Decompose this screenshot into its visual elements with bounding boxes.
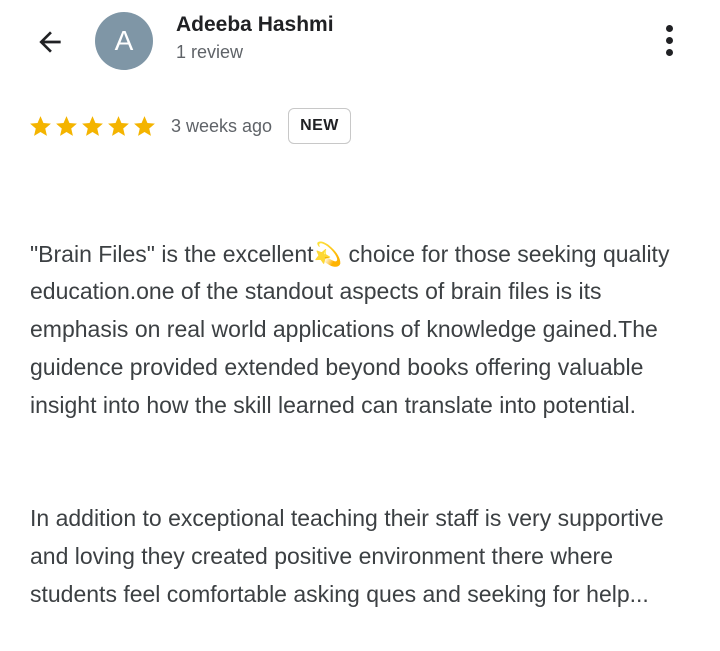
arrow-back-icon xyxy=(39,31,61,53)
review-paragraph: In addition to exceptional teaching thei… xyxy=(30,505,671,607)
review-text: "Brain Files" is the excellent💫 choice f… xyxy=(30,160,700,651)
star-icon xyxy=(134,115,155,136)
more-vertical-icon xyxy=(665,24,673,32)
new-badge: NEW xyxy=(288,108,351,144)
rating-row: 3 weeks ago NEW xyxy=(28,106,351,146)
review-header: A Adeeba Hashmi 1 review xyxy=(0,0,720,90)
review-paragraph: "Brain Files" is the excellent💫 choice f… xyxy=(30,240,676,418)
reviewer-review-count: 1 review xyxy=(176,42,244,62)
reviewer-name[interactable]: Adeeba Hashmi xyxy=(176,13,334,37)
star-rating xyxy=(28,114,157,139)
star-icon xyxy=(82,115,103,136)
star-icon xyxy=(108,115,129,136)
more-vertical-icon-dot xyxy=(665,48,673,56)
avatar[interactable]: A xyxy=(95,12,153,70)
back-button[interactable] xyxy=(30,22,70,62)
review-date: 3 weeks ago xyxy=(171,115,273,136)
more-options-button[interactable] xyxy=(654,20,684,60)
star-icon xyxy=(30,115,51,136)
star-icon xyxy=(56,115,77,136)
more-vertical-icon-dot xyxy=(665,36,673,44)
